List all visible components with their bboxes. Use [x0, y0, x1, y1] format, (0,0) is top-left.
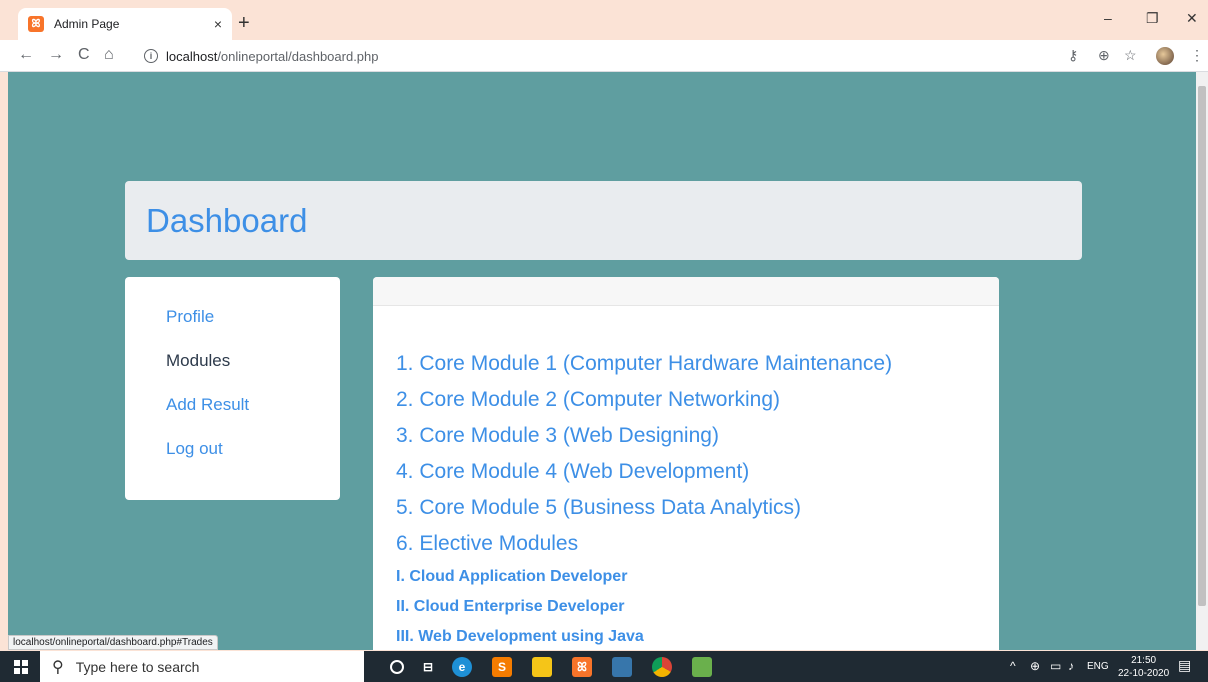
module-link[interactable]: 5. Core Module 5 (Business Data Analytic… — [396, 490, 999, 526]
windows-start-icon[interactable] — [14, 660, 28, 674]
sidebar-nav: Profile Modules Add Result Log out — [125, 277, 340, 500]
info-icon[interactable]: i — [144, 49, 158, 63]
browser-menu-icon[interactable]: ⋮ — [1190, 47, 1204, 64]
page-viewport: Dashboard Profile Modules Add Result Log… — [8, 72, 1196, 650]
back-button[interactable]: ← — [18, 46, 34, 64]
module-link[interactable]: 3. Core Module 3 (Web Designing) — [396, 418, 999, 454]
address-bar[interactable]: i localhost/onlineportal/dashboard.php — [130, 44, 1050, 68]
clock-date: 22-10-2020 — [1118, 668, 1170, 679]
tab-title: Admin Page — [54, 17, 120, 31]
sidebar-item-modules[interactable]: Modules — [125, 351, 340, 395]
edge-icon[interactable]: e — [452, 657, 472, 677]
notification-icon[interactable]: ▤ — [1178, 657, 1191, 674]
browser-tab-strip: ꕤ Admin Page × + – ❐ ✕ — [0, 0, 1208, 40]
windows-taskbar: ⚲ Type here to search ⊟ e S ꕤ ^ ⊕ ▭ ♪ EN… — [0, 651, 1208, 682]
file-explorer-icon[interactable] — [532, 657, 552, 677]
status-url-bubble: localhost/onlineportal/dashboard.php#Tra… — [8, 635, 218, 650]
language-indicator[interactable]: ENG — [1087, 661, 1109, 672]
elective-modules-heading[interactable]: 6. Elective Modules — [396, 526, 999, 562]
browser-tab[interactable]: ꕤ Admin Page × — [18, 8, 232, 40]
chrome-icon[interactable] — [652, 657, 672, 677]
minimize-button[interactable]: – — [1104, 10, 1112, 26]
browser-toolbar: ← → C ⌂ i localhost/onlineportal/dashboa… — [0, 40, 1208, 72]
volume-icon[interactable]: ♪ — [1068, 659, 1074, 673]
battery-icon[interactable]: ▭ — [1050, 659, 1061, 673]
close-window-button[interactable]: ✕ — [1186, 10, 1198, 27]
sidebar-item-add-result[interactable]: Add Result — [125, 395, 340, 439]
password-key-icon[interactable]: ⚷ — [1068, 47, 1078, 64]
module-link[interactable]: 4. Core Module 4 (Web Development) — [396, 454, 999, 490]
page-scrollbar[interactable] — [1196, 72, 1208, 650]
clock-time: 21:50 — [1131, 655, 1157, 666]
python-icon[interactable] — [612, 657, 632, 677]
xampp-favicon-icon: ꕤ — [28, 16, 44, 32]
restore-button[interactable]: ❐ — [1146, 10, 1159, 27]
url-path: /onlineportal/dashboard.php — [217, 48, 379, 64]
url-host: localhost — [166, 48, 218, 64]
scrollbar-thumb[interactable] — [1198, 86, 1206, 606]
reload-button[interactable]: C — [78, 46, 90, 64]
modules-card: 1. Core Module 1 (Computer Hardware Main… — [373, 277, 999, 650]
sidebar-item-log-out[interactable]: Log out — [125, 439, 340, 483]
elective-module-link[interactable]: I. Cloud Application Developer — [396, 562, 999, 592]
module-list: 1. Core Module 1 (Computer Hardware Main… — [373, 306, 999, 650]
forward-button[interactable]: → — [48, 46, 64, 64]
elective-module-link[interactable]: II. Cloud Enterprise Developer — [396, 592, 999, 622]
url-text[interactable]: localhost/onlineportal/dashboard.php — [166, 49, 379, 64]
xampp-icon[interactable]: ꕤ — [572, 657, 592, 677]
task-view-icon[interactable]: ⊟ — [418, 657, 438, 677]
dashboard-header: Dashboard — [125, 181, 1082, 260]
zoom-icon[interactable]: ⊕ — [1098, 47, 1110, 64]
sublime-icon[interactable]: S — [492, 657, 512, 677]
taskbar-clock[interactable]: 21:50 22-10-2020 — [1118, 654, 1169, 680]
taskbar-search[interactable]: ⚲ Type here to search — [40, 651, 364, 682]
page-title: Dashboard — [146, 201, 308, 239]
search-placeholder: Type here to search — [75, 658, 200, 675]
profile-avatar[interactable] — [1156, 47, 1174, 65]
tray-arrow-icon[interactable]: ^ — [1010, 659, 1016, 673]
cortana-icon[interactable] — [390, 660, 404, 674]
module-link[interactable]: 1. Core Module 1 (Computer Hardware Main… — [396, 346, 999, 382]
elective-module-link[interactable]: III. Web Development using Java — [396, 622, 999, 650]
bookmark-star-icon[interactable]: ☆ — [1124, 47, 1137, 64]
network-icon[interactable]: ⊕ — [1030, 659, 1040, 673]
home-button[interactable]: ⌂ — [104, 46, 114, 64]
sidebar-item-profile[interactable]: Profile — [125, 307, 340, 351]
app-icon[interactable] — [692, 657, 712, 677]
card-header — [373, 277, 999, 306]
module-link[interactable]: 2. Core Module 2 (Computer Networking) — [396, 382, 999, 418]
tab-close-icon[interactable]: × — [214, 16, 222, 32]
new-tab-button[interactable]: + — [238, 12, 250, 35]
search-icon: ⚲ — [52, 658, 64, 676]
